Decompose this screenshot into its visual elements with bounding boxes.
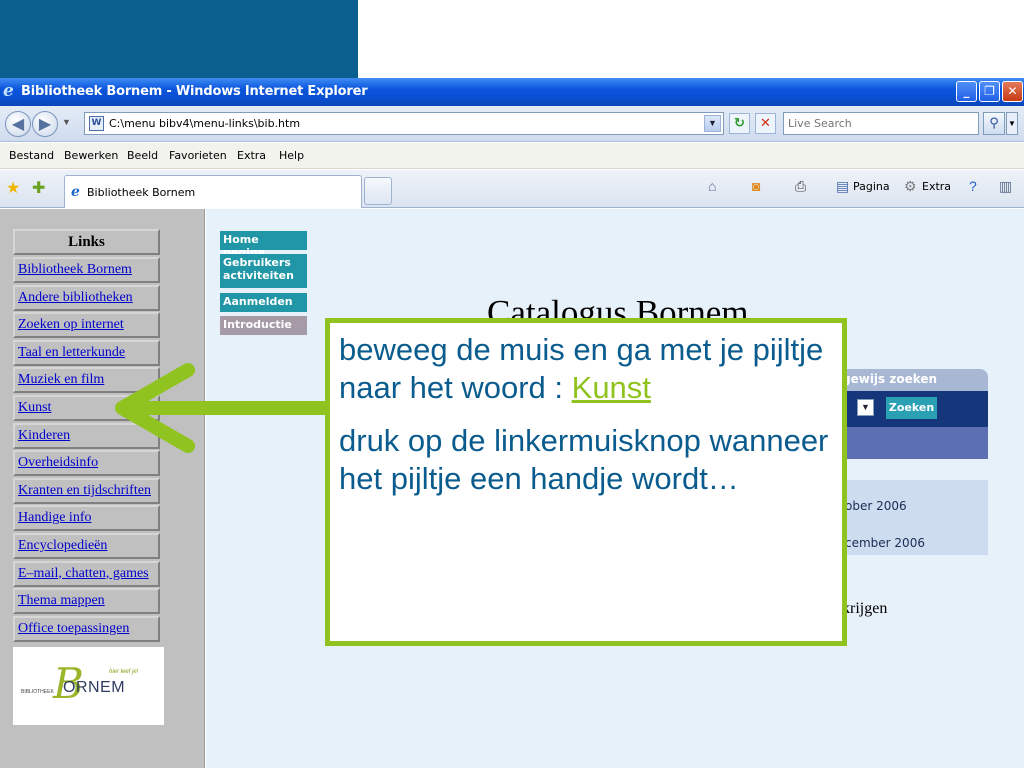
internet-explorer-icon: e (3, 81, 14, 101)
tab-label: Bibliotheek Bornem (87, 186, 196, 199)
link-andere-bibliotheken[interactable]: Andere bibliotheken (13, 284, 160, 311)
page-icon: ▤ (836, 178, 850, 194)
menu-bewerken[interactable]: Bewerken (64, 149, 118, 162)
address-field[interactable]: W C:\menu bibv4\menu-links\bib.htm ▼ (84, 112, 724, 135)
address-toolbar: ◀ ▶ ▼ W C:\menu bibv4\menu-links\bib.htm… (0, 106, 1024, 142)
logo-slogan: hier leef je! (109, 669, 139, 675)
link-office-toepassingen[interactable]: Office toepassingen (13, 615, 160, 642)
add-favorite-icon[interactable]: ✚ (32, 178, 45, 198)
address-dropdown-button[interactable]: ▼ (704, 115, 721, 132)
nav-user-activities[interactable]: Gebruikers activiteiten (220, 254, 307, 288)
link-handige-info[interactable]: Handige info (13, 505, 160, 532)
menu-bar: Bestand Bewerken Beeld Favorieten Extra … (0, 143, 1024, 169)
tab-bibliotheek-bornem[interactable]: e Bibliotheek Bornem (64, 175, 362, 208)
tools-menu[interactable]: Extra (922, 180, 951, 193)
menu-bestand[interactable]: Bestand (9, 149, 54, 162)
logo-small-text: BIBLIOTHEEK (21, 689, 54, 695)
live-search-box[interactable] (783, 112, 979, 135)
bornem-logo: B ORNEM BIBLIOTHEEK hier leef je! (13, 647, 164, 725)
link-zoeken-op-internet[interactable]: Zoeken op internet (13, 312, 160, 339)
gear-icon: ⚙ (904, 178, 917, 194)
print-icon[interactable]: ⎙ (795, 178, 806, 195)
search-options-dropdown[interactable]: ▼ (1006, 112, 1018, 135)
keyword-kunst: Kunst (571, 370, 651, 405)
news-item[interactable]: cember 2006 (845, 536, 925, 550)
slide: { "window": { "title": "Bibliotheek Born… (0, 0, 1024, 768)
search-icon[interactable]: ⚲ (983, 112, 1005, 135)
slide-header-bar (0, 0, 358, 78)
restore-button[interactable]: ❐ (979, 81, 1000, 102)
menu-help[interactable]: Help (279, 149, 304, 162)
menu-extra[interactable]: Extra (237, 149, 266, 162)
instruction-step-1: beweeg de muis en ga met je pijltje naar… (339, 331, 834, 407)
page-menu[interactable]: Pagina (853, 180, 890, 193)
recent-pages-dropdown[interactable]: ▼ (62, 117, 71, 127)
menu-favorieten[interactable]: Favorieten (169, 149, 227, 162)
nav-login[interactable]: Aanmelden (220, 293, 307, 312)
link-bibliotheek-bornem[interactable]: Bibliotheek Bornem (13, 257, 160, 283)
news-item[interactable]: ober 2006 (845, 499, 907, 513)
menu-beeld[interactable]: Beeld (127, 149, 158, 162)
link-encyclopedie-n[interactable]: Encyclopedieën (13, 533, 160, 559)
forward-button[interactable]: ▶ (32, 111, 58, 137)
link-e-mail-chatten-games[interactable]: E–mail, chatten, games (13, 560, 160, 587)
tab-bar: ★ ✚ e Bibliotheek Bornem ⌂ ◙ ⎙ ▤ Pagina … (0, 170, 1024, 208)
links-heading: Links (13, 229, 160, 255)
nav-introduction[interactable]: Introductie (220, 316, 307, 335)
instruction-step-2: druk op de linkermuisknop wanneer het pi… (339, 423, 829, 496)
back-button[interactable]: ◀ (5, 111, 31, 137)
close-button[interactable]: ✕ (1002, 81, 1023, 102)
new-tab-button[interactable] (364, 177, 392, 205)
instruction-callout: beweeg de muis en ga met je pijltje naar… (325, 318, 847, 646)
link-thema-mappen[interactable]: Thema mappen (13, 588, 160, 615)
logo-name: ORNEM (63, 679, 126, 696)
window-title: Bibliotheek Bornem - Windows Internet Ex… (21, 84, 368, 99)
refresh-button[interactable]: ↻ (729, 113, 750, 134)
zoeken-button[interactable]: Zoeken (886, 397, 937, 419)
live-search-input[interactable] (784, 113, 974, 133)
pointer-arrow-graphic (115, 363, 326, 453)
feeds-icon[interactable]: ◙ (752, 178, 760, 194)
address-url: C:\menu bibv4\menu-links\bib.htm (109, 117, 301, 130)
nav-home[interactable]: Home pagina (220, 231, 307, 259)
favorites-star-icon[interactable]: ★ (6, 178, 20, 198)
stop-button[interactable]: ✕ (755, 113, 776, 134)
help-icon[interactable]: ? (969, 178, 977, 194)
link-kranten-en-tijdschriften[interactable]: Kranten en tijdschriften (13, 477, 160, 504)
window-titlebar: e Bibliotheek Bornem - Windows Internet … (0, 78, 1024, 106)
body-text-fragment: krijgen (842, 600, 888, 617)
search-type-dropdown[interactable]: ▼ (857, 399, 874, 416)
home-icon[interactable]: ⌂ (708, 178, 716, 194)
html-page-icon: W (89, 116, 104, 131)
minimize-button[interactable]: _ (956, 81, 977, 102)
research-icon[interactable]: ▥ (999, 178, 1012, 195)
ie-page-icon: e (71, 184, 80, 200)
